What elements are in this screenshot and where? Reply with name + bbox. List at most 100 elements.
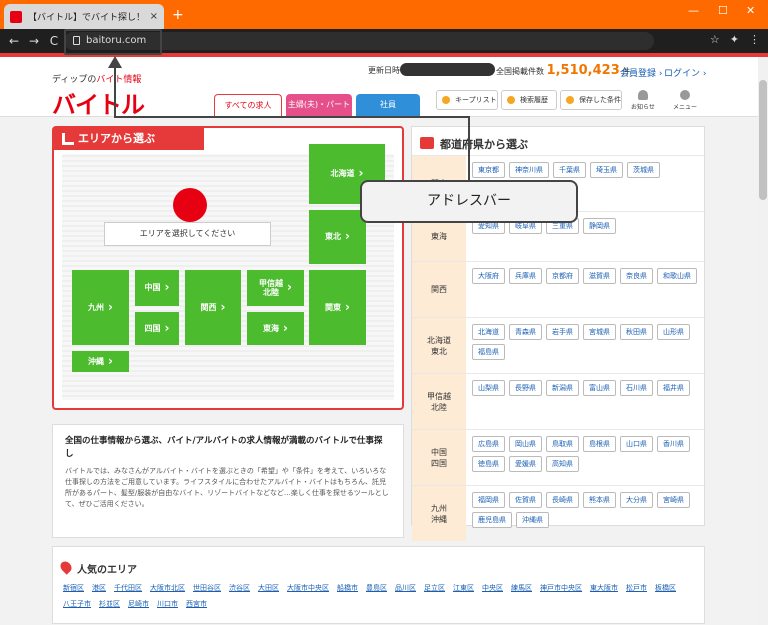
popular-area-link[interactable]: 杉並区 xyxy=(99,599,120,609)
reload-button[interactable]: C xyxy=(44,34,64,48)
prefecture-link[interactable]: 福島県 xyxy=(472,344,505,360)
close-window-button[interactable]: ✕ xyxy=(746,4,755,17)
popular-area-link[interactable]: 船橋市 xyxy=(337,583,358,593)
popular-area-link[interactable]: 八王子市 xyxy=(63,599,91,609)
scrollbar-thumb[interactable] xyxy=(759,80,767,200)
popular-area-link[interactable]: 神戸市中央区 xyxy=(540,583,582,593)
popular-area-link[interactable]: 豊島区 xyxy=(366,583,387,593)
prefecture-link[interactable]: 徳島県 xyxy=(472,456,505,472)
popular-area-link[interactable]: 大田区 xyxy=(258,583,279,593)
prefecture-link[interactable]: 山梨県 xyxy=(472,380,505,396)
prefecture-link[interactable]: 奈良県 xyxy=(620,268,653,284)
region-koshinetsu[interactable]: 甲信越 北陸 xyxy=(247,270,304,306)
popular-area-link[interactable]: 大阪市北区 xyxy=(150,583,185,593)
popular-area-link[interactable]: 東大阪市 xyxy=(590,583,618,593)
prefecture-link[interactable]: 広島県 xyxy=(472,436,505,452)
prefecture-row: 北海道 東北 北海道 青森県 岩手県 宮城県 秋田県 山形県 福島県 xyxy=(412,317,706,373)
prefecture-link[interactable]: 東京都 xyxy=(472,162,505,178)
region-shikoku[interactable]: 四国 xyxy=(135,312,179,345)
popular-area-link[interactable]: 港区 xyxy=(92,583,106,593)
new-tab-button[interactable]: + xyxy=(172,7,184,23)
popular-area-link[interactable]: 新宿区 xyxy=(63,583,84,593)
forward-button[interactable]: → xyxy=(24,34,44,48)
popular-area-link[interactable]: 尼崎市 xyxy=(128,599,149,609)
region-okinawa[interactable]: 沖縄 xyxy=(72,351,129,372)
prefecture-link[interactable]: 宮城県 xyxy=(583,324,616,340)
region-kyushu[interactable]: 九州 xyxy=(72,270,129,345)
prefecture-link[interactable]: 福井県 xyxy=(657,380,690,396)
saved-conditions-button[interactable]: 保存した条件 xyxy=(560,90,622,110)
browser-tab[interactable]: 【バイトル】でバイト探し！アルバイト・ × xyxy=(4,4,164,29)
menu-button[interactable]: メニュー xyxy=(668,90,702,111)
popular-area-link[interactable]: 西宮市 xyxy=(186,599,207,609)
prefecture-link[interactable]: 大分県 xyxy=(620,492,653,508)
prefecture-link[interactable]: 鳥取県 xyxy=(546,436,579,452)
prefecture-link[interactable]: 富山県 xyxy=(583,380,616,396)
region-tokai[interactable]: 東海 xyxy=(247,312,304,345)
tab-close-icon[interactable]: × xyxy=(150,11,158,22)
prefecture-link[interactable]: 岡山県 xyxy=(509,436,542,452)
prefecture-link[interactable]: 山口県 xyxy=(620,436,653,452)
back-button[interactable]: ← xyxy=(4,34,24,48)
popular-area-link[interactable]: 千代田区 xyxy=(114,583,142,593)
prefecture-link[interactable]: 熊本県 xyxy=(583,492,616,508)
prefecture-link[interactable]: 京都府 xyxy=(546,268,579,284)
prefecture-link[interactable]: 高知県 xyxy=(546,456,579,472)
region-kansai[interactable]: 関西 xyxy=(185,270,241,345)
search-history-button[interactable]: 検索履歴 xyxy=(501,90,557,110)
login-link[interactable]: ログイン › xyxy=(664,66,706,79)
popular-area-link[interactable]: 足立区 xyxy=(424,583,445,593)
prefecture-link[interactable]: 長野県 xyxy=(509,380,542,396)
prefecture-link[interactable]: 静岡県 xyxy=(583,218,616,234)
tab-all-jobs[interactable]: すべての求人 xyxy=(214,94,282,116)
region-kanto[interactable]: 関東 xyxy=(309,270,366,345)
prefecture-link[interactable]: 宮崎県 xyxy=(657,492,690,508)
region-chugoku[interactable]: 中国 xyxy=(135,270,179,306)
prefecture-link[interactable]: 島根県 xyxy=(583,436,616,452)
prefecture-link[interactable]: 神奈川県 xyxy=(509,162,549,178)
prefecture-link[interactable]: 大阪府 xyxy=(472,268,505,284)
prefecture-link[interactable]: 香川県 xyxy=(657,436,690,452)
popular-area-link[interactable]: 練馬区 xyxy=(511,583,532,593)
register-link[interactable]: 会員登録 › xyxy=(620,66,662,79)
site-logo[interactable]: バイトル xyxy=(52,85,145,120)
prefecture-link[interactable]: 茨城県 xyxy=(627,162,660,178)
prefecture-link[interactable]: 和歌山県 xyxy=(657,268,697,284)
popular-area-link[interactable]: 松戸市 xyxy=(626,583,647,593)
prefecture-link[interactable]: 沖縄県 xyxy=(516,512,549,528)
keep-list-button[interactable]: キープリスト xyxy=(436,90,498,110)
tab-employee[interactable]: 社員 xyxy=(356,94,420,116)
prefecture-link[interactable]: 山形県 xyxy=(657,324,690,340)
region-tohoku[interactable]: 東北 xyxy=(309,210,366,264)
popular-area-link[interactable]: 板橋区 xyxy=(655,583,676,593)
prefecture-link[interactable]: 岩手県 xyxy=(546,324,579,340)
prefecture-link[interactable]: 福岡県 xyxy=(472,492,505,508)
prefecture-link[interactable]: 北海道 xyxy=(472,324,505,340)
prefecture-link[interactable]: 滋賀県 xyxy=(583,268,616,284)
popular-area-link[interactable]: 渋谷区 xyxy=(229,583,250,593)
popular-area-link[interactable]: 大阪市中央区 xyxy=(287,583,329,593)
prefecture-link[interactable]: 秋田県 xyxy=(620,324,653,340)
prefecture-link[interactable]: 石川県 xyxy=(620,380,653,396)
prefecture-link[interactable]: 鹿児島県 xyxy=(472,512,512,528)
extensions-icon[interactable]: ✦ xyxy=(730,33,739,46)
popular-area-link[interactable]: 川口市 xyxy=(157,599,178,609)
prefecture-link[interactable]: 佐賀県 xyxy=(509,492,542,508)
prefecture-link[interactable]: 千葉県 xyxy=(553,162,586,178)
browser-menu-icon[interactable]: ⋮ xyxy=(749,33,760,46)
prefecture-link[interactable]: 新潟県 xyxy=(546,380,579,396)
minimize-button[interactable]: — xyxy=(688,4,699,17)
prefecture-link[interactable]: 埼玉県 xyxy=(590,162,623,178)
popular-area-link[interactable]: 中央区 xyxy=(482,583,503,593)
prefecture-link[interactable]: 長崎県 xyxy=(546,492,579,508)
notice-button[interactable]: お知らせ xyxy=(628,90,658,111)
popular-area-link[interactable]: 品川区 xyxy=(395,583,416,593)
tab-part-time[interactable]: 主婦(夫)・パート xyxy=(286,94,352,116)
popular-area-link[interactable]: 世田谷区 xyxy=(193,583,221,593)
bookmark-star-icon[interactable]: ☆ xyxy=(710,33,720,46)
maximize-button[interactable]: ☐ xyxy=(718,4,728,17)
popular-area-link[interactable]: 江東区 xyxy=(453,583,474,593)
prefecture-link[interactable]: 青森県 xyxy=(509,324,542,340)
prefecture-link[interactable]: 愛媛県 xyxy=(509,456,542,472)
prefecture-link[interactable]: 兵庫県 xyxy=(509,268,542,284)
